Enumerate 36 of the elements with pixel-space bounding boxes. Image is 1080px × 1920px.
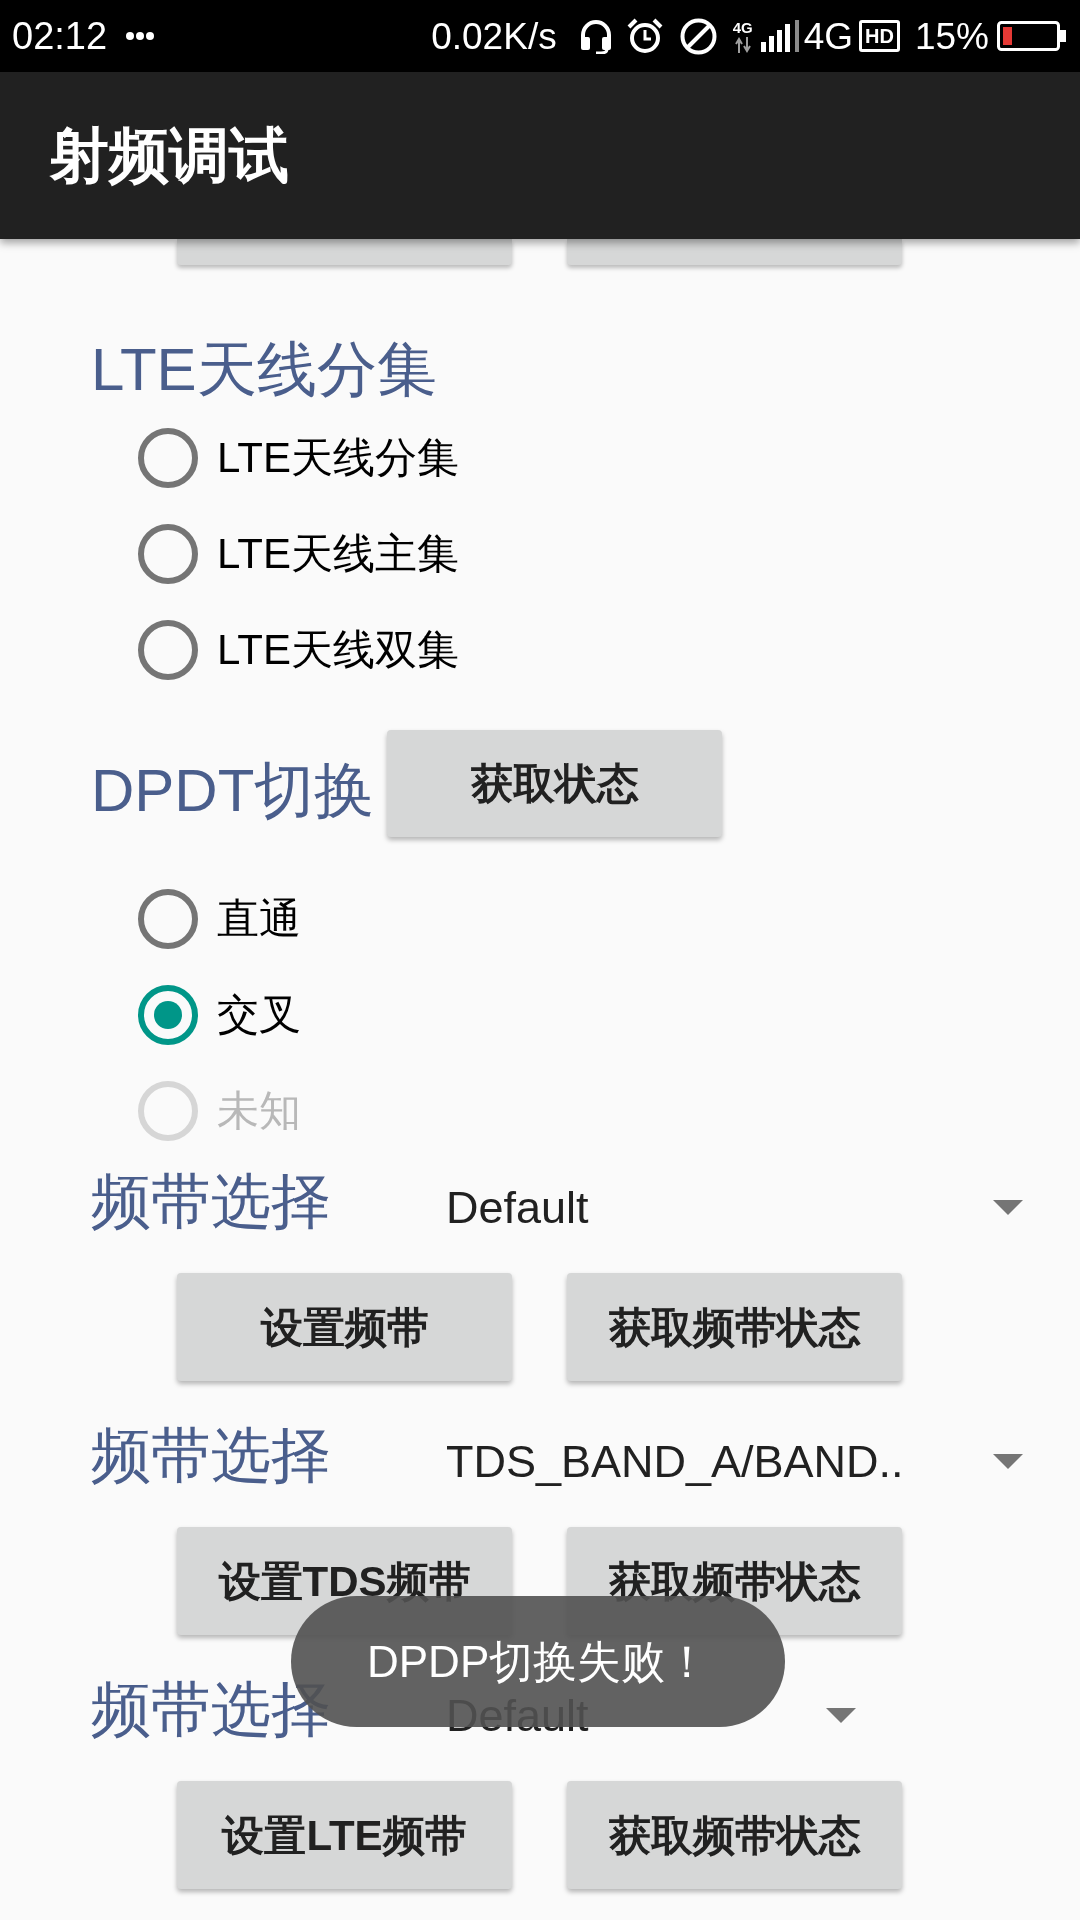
dots-icon — [126, 32, 155, 40]
dropdown-arrow-icon — [993, 1199, 1023, 1215]
app-title: 射频调试 — [49, 125, 289, 186]
radio-option[interactable]: 交叉 — [138, 985, 301, 1045]
get-status-button[interactable]: 获取状态 — [387, 730, 723, 837]
alarm-clock-icon — [626, 18, 663, 54]
cut-off-button[interactable] — [177, 239, 512, 265]
status-time: 02:12 — [12, 17, 108, 55]
band-dropdown[interactable]: Default — [446, 1174, 1040, 1230]
network-type-small: 4G — [732, 19, 753, 35]
radio-option[interactable]: LTE天线分集 — [138, 428, 459, 488]
get-band-status-button[interactable]: 获取频带状态 — [567, 1781, 902, 1889]
section-heading: 频带选择 — [91, 1675, 331, 1745]
get-band-status-button[interactable]: 获取频带状态 — [567, 1273, 902, 1381]
dropdown-arrow-icon — [826, 1707, 856, 1723]
battery-icon — [997, 21, 1066, 51]
network-type: 4G — [803, 17, 854, 55]
radio-option[interactable]: LTE天线主集 — [138, 524, 459, 584]
data-arrows-icon — [734, 36, 751, 53]
radio-option[interactable]: 直通 — [138, 889, 301, 949]
section-heading: 频带选择 — [91, 1167, 331, 1237]
band-dropdown[interactable]: TDS_BAND_A/BAND.. — [446, 1428, 1040, 1484]
signal-bars-icon — [760, 20, 800, 52]
set-band-button[interactable]: 设置LTE频带 — [177, 1781, 512, 1889]
dropdown-arrow-icon — [993, 1453, 1023, 1469]
network-speed: 0.02K/s — [431, 17, 557, 55]
hd-indicator: HD — [859, 20, 900, 52]
headset-icon — [578, 18, 613, 54]
set-band-button[interactable]: 设置频带 — [177, 1273, 512, 1381]
section-heading: LTE天线分集 — [91, 335, 437, 405]
radio-option[interactable]: LTE天线双集 — [138, 620, 459, 680]
battery-percent: 15% — [914, 17, 989, 55]
cut-off-button[interactable] — [567, 239, 902, 265]
do-not-disturb-icon — [679, 17, 717, 55]
section-heading: DPDT切换 — [91, 756, 375, 826]
section-heading: 频带选择 — [91, 1421, 331, 1491]
